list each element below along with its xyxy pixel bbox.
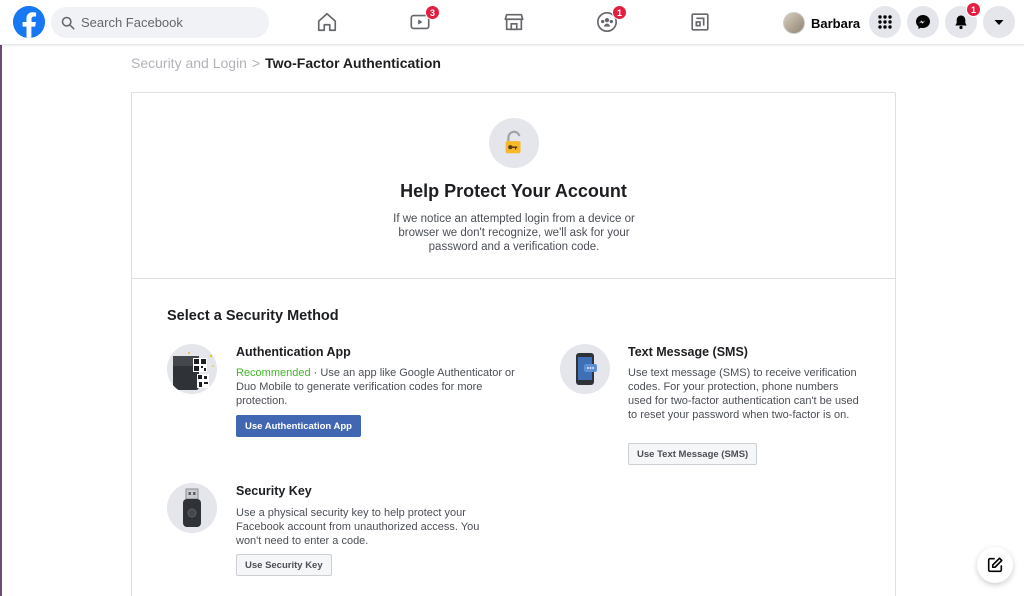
sms-description: Use text message (SMS) to receive verifi…	[628, 367, 859, 421]
auth-app-description: Recommended · Use an app like Google Aut…	[236, 366, 516, 408]
bell-icon	[953, 14, 969, 30]
recommended-label: Recommended	[236, 367, 311, 379]
security-key-description: Use a physical security key to help prot…	[236, 507, 480, 547]
hero-description: If we notice an attempted login from a d…	[393, 213, 635, 253]
messenger-button[interactable]	[907, 6, 939, 38]
section-title: Select a Security Method	[167, 308, 339, 324]
avatar	[783, 12, 805, 34]
use-security-key-button[interactable]: Use Security Key	[236, 554, 332, 576]
groups-badge: 1	[612, 5, 627, 20]
menu-grid-button[interactable]	[869, 6, 901, 38]
window-edge	[0, 0, 2, 596]
watch-badge: 3	[425, 5, 440, 20]
phone-sms-icon	[560, 344, 610, 394]
profile-button[interactable]: Barbara	[783, 8, 860, 38]
breadcrumb-separator: >	[251, 55, 261, 71]
auth-app-title: Authentication App	[236, 345, 351, 359]
groups-icon[interactable]: 1	[595, 5, 627, 34]
lock-icon	[489, 118, 539, 168]
messenger-icon	[915, 14, 931, 30]
account-menu-button[interactable]	[983, 6, 1015, 38]
marketplace-icon[interactable]	[502, 10, 526, 34]
search-box[interactable]	[51, 7, 269, 38]
menu-grid-icon	[877, 14, 893, 30]
breadcrumb: Security and Login > Two-Factor Authenti…	[131, 55, 441, 71]
top-navigation-bar: 3 1 Barbara 1	[0, 0, 1024, 45]
profile-name: Barbara	[811, 15, 861, 31]
caret-down-icon	[991, 14, 1007, 30]
sms-title: Text Message (SMS)	[628, 345, 748, 359]
two-factor-card: Help Protect Your Account If we notice a…	[131, 92, 896, 596]
compose-icon	[986, 556, 1004, 574]
use-text-message-button[interactable]: Use Text Message (SMS)	[628, 443, 758, 465]
security-key-title: Security Key	[236, 484, 312, 498]
breadcrumb-current: Two-Factor Authentication	[265, 55, 441, 71]
search-input[interactable]	[81, 15, 261, 30]
breadcrumb-security-and-login[interactable]: Security and Login	[131, 55, 247, 71]
notifications-badge: 1	[966, 2, 981, 17]
use-authentication-app-button[interactable]: Use Authentication App	[236, 415, 361, 437]
gaming-icon[interactable]	[688, 10, 712, 34]
usb-key-icon	[167, 483, 217, 533]
notifications-button[interactable]: 1	[945, 2, 981, 38]
facebook-logo-icon[interactable]	[13, 6, 45, 38]
search-icon	[61, 16, 75, 30]
qr-phone-icon	[167, 344, 217, 394]
hero-title: Help Protect Your Account	[400, 181, 627, 201]
new-message-button[interactable]	[977, 547, 1013, 583]
watch-icon[interactable]: 3	[408, 5, 440, 34]
hero-section: Help Protect Your Account If we notice a…	[132, 93, 895, 279]
home-icon[interactable]	[315, 10, 339, 34]
